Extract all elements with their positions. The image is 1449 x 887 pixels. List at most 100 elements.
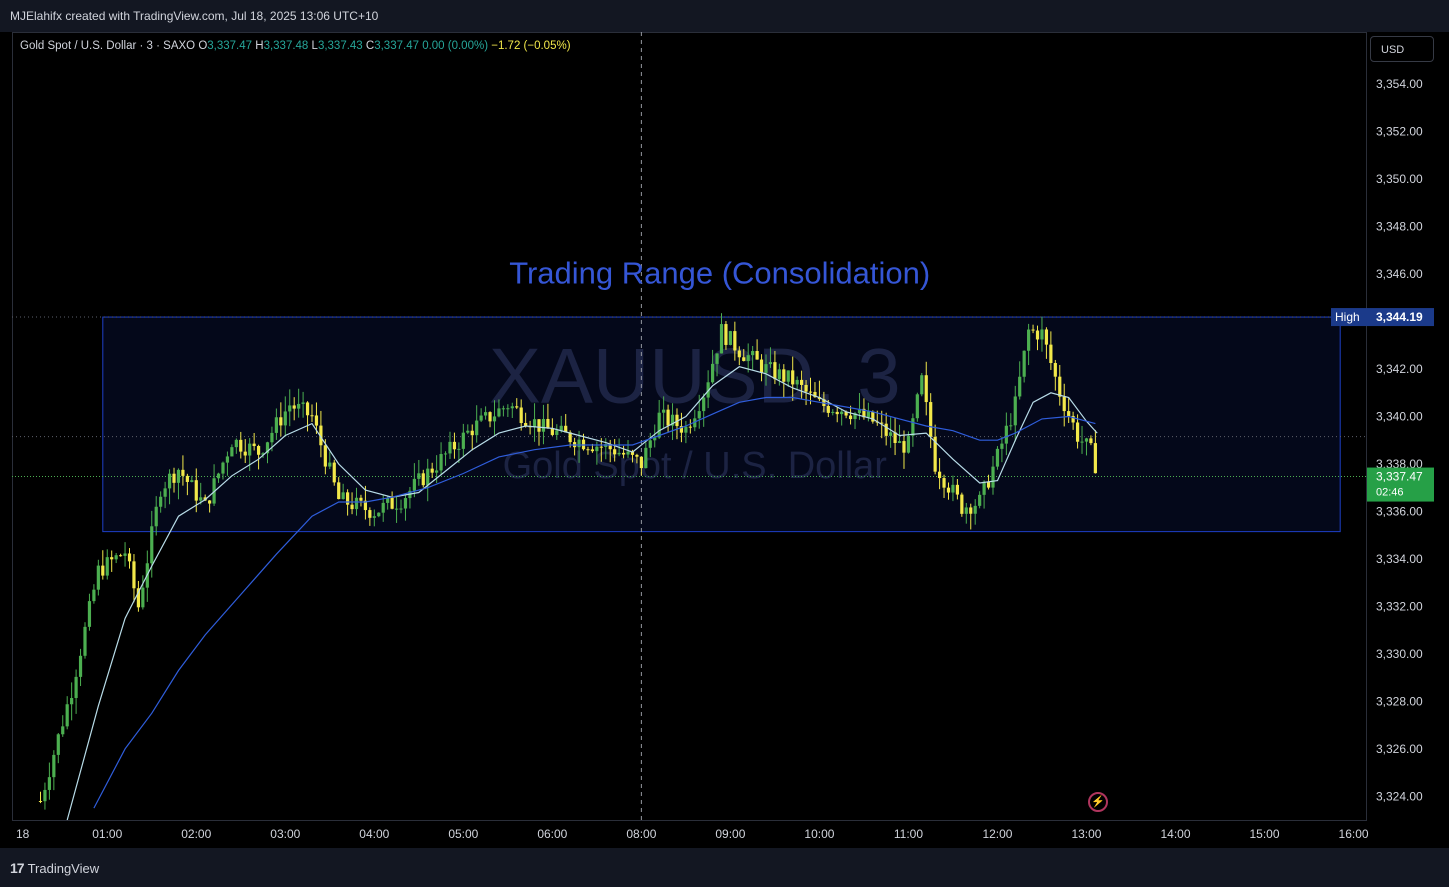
candle-body: [599, 446, 603, 448]
candle-body: [648, 440, 652, 448]
candle-body: [38, 801, 43, 803]
candle-body: [70, 698, 74, 705]
candle-body: [417, 473, 421, 479]
candle-body: [737, 350, 741, 358]
candle-body: [199, 497, 203, 501]
countdown-text: 02:46: [1376, 487, 1404, 499]
candle-body: [377, 512, 381, 517]
candle-body: [221, 462, 225, 474]
candle-body: [248, 443, 252, 456]
candle-body: [119, 555, 123, 557]
candle-body: [403, 498, 408, 509]
candle-body: [225, 456, 230, 463]
candle-body: [577, 439, 581, 448]
candle-body: [234, 439, 238, 448]
chart-canvas[interactable]: XAUUSD, 3Gold Spot / U.S. DollarTrading …: [0, 0, 1449, 887]
candle-body: [163, 488, 167, 497]
candle-body: [764, 364, 768, 373]
candle-body: [532, 419, 537, 428]
candle-body: [439, 454, 443, 471]
candle-body: [835, 411, 839, 415]
symbol-legend[interactable]: Gold Spot / U.S. Dollar · 3 · SAXO O3,33…: [20, 40, 571, 52]
candle-body: [1075, 422, 1080, 442]
lightning-icon[interactable]: ⚡: [1088, 792, 1108, 812]
candle-body: [911, 418, 915, 436]
candle-body: [960, 494, 964, 514]
candle-body: [492, 416, 497, 422]
candle-body: [942, 478, 946, 488]
price-tick-label: 3,332.00: [1376, 599, 1423, 613]
candle-body: [141, 587, 145, 608]
candle-body: [702, 397, 706, 412]
legend-high-label: H: [255, 40, 264, 52]
candle-body: [715, 353, 719, 364]
candle-body: [1013, 396, 1017, 426]
candle-body: [1093, 443, 1097, 474]
candle-body: [435, 470, 439, 473]
candle-body: [256, 446, 261, 455]
candle-body: [590, 449, 595, 452]
candle-body: [550, 428, 554, 435]
candle-body: [483, 412, 488, 416]
candle-body: [662, 409, 666, 413]
candle-body: [613, 449, 617, 455]
legend-symbol[interactable]: Gold Spot / U.S. Dollar · 3 · SAXO: [20, 40, 195, 52]
currency-button[interactable]: USD: [1370, 36, 1434, 62]
candle-body: [902, 441, 906, 453]
candle-body: [1044, 329, 1049, 345]
candle-body: [626, 451, 630, 455]
candle-body: [973, 505, 977, 514]
candle-body: [47, 777, 51, 790]
legend-open-label: O: [198, 40, 208, 52]
candle-body: [831, 411, 835, 413]
price-tick-label: 3,354.00: [1376, 77, 1423, 91]
tradingview-logo[interactable]: 17 TradingView: [10, 860, 99, 876]
candle-body: [475, 420, 479, 436]
time-tick-label: 16:00: [1339, 827, 1369, 841]
candle-body: [372, 516, 376, 518]
candle-body: [920, 375, 924, 395]
time-tick-label: 05:00: [448, 827, 478, 841]
candle-body: [595, 446, 599, 452]
time-tick-label: 14:00: [1160, 827, 1190, 841]
candle-body: [515, 406, 519, 408]
price-tick-label: 3,346.00: [1376, 267, 1423, 281]
annotation-text: Trading Range (Consolidation): [509, 256, 930, 291]
candle-body: [795, 379, 799, 385]
candle-body: [657, 412, 661, 438]
time-tick-label: 02:00: [181, 827, 211, 841]
candle-body: [719, 324, 724, 354]
tradingview-brand: TradingView: [27, 860, 100, 876]
candle-body: [337, 482, 341, 500]
candle-body: [1004, 425, 1008, 444]
candle-body: [412, 478, 416, 491]
candle-body: [991, 466, 995, 488]
candle-body: [443, 453, 448, 455]
legend-day-change: −1.72 (−0.05%): [491, 40, 571, 52]
candle-body: [848, 415, 853, 420]
time-tick-label: 18: [16, 827, 30, 841]
candle-body: [1040, 329, 1044, 340]
candle-body: [83, 626, 87, 656]
candle-body: [181, 469, 185, 476]
candle-body: [194, 480, 198, 501]
price-tick-label: 3,350.00: [1376, 172, 1423, 186]
candle-body: [230, 447, 234, 457]
candle-body: [1009, 425, 1013, 427]
candle-body: [461, 432, 465, 449]
candle-body: [537, 419, 541, 432]
candle-body: [666, 409, 670, 426]
candle-body: [341, 492, 345, 500]
candle-body: [915, 394, 919, 419]
candle-body: [897, 441, 902, 443]
candle-body: [1053, 363, 1057, 377]
high-price-text: 3,344.19: [1376, 310, 1423, 324]
candle-body: [78, 655, 83, 677]
bottom-bar: 17 TradingView: [0, 848, 1449, 887]
candle-body: [123, 553, 127, 556]
candle-body: [359, 497, 363, 501]
candle-body: [937, 471, 942, 479]
candle-body: [127, 553, 132, 562]
candle-body: [1018, 376, 1022, 397]
candle-body: [559, 425, 563, 431]
